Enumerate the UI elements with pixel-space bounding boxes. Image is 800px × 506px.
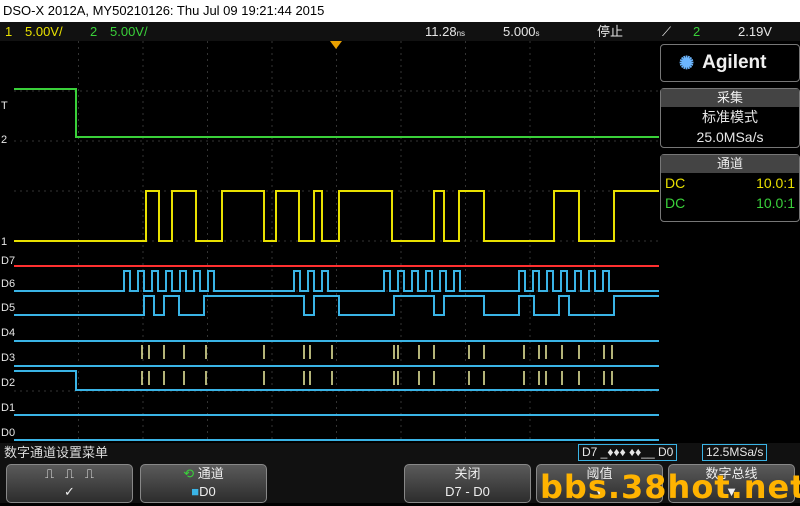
label-d7: D7 — [1, 255, 16, 267]
label-d4: D4 — [1, 327, 16, 339]
acquisition-panel[interactable]: 采集 标准模式 25.0MSa/s — [660, 88, 800, 148]
label-d3: D3 — [1, 352, 16, 364]
channel-color-square-icon: ■ — [191, 484, 200, 499]
ch2-number[interactable]: 2 — [90, 22, 97, 41]
ch1-ground-marker: 1 — [1, 236, 8, 248]
trace-size-icons: ⎍ ⎍ ⎍ — [45, 466, 94, 481]
softkey-channel-label: 通道 — [197, 466, 224, 481]
softkey-size[interactable]: ⎍ ⎍ ⎍ ✓ — [6, 464, 133, 503]
ch2-probe: 10.0:1 — [756, 195, 795, 211]
acquisition-title: 采集 — [661, 89, 799, 107]
digital-activity-indicator: D7 _♦♦♦ ♦♦__ D0 — [578, 444, 678, 461]
brand-logo: ✺ Agilent — [660, 44, 800, 82]
check-icon: ✓ — [64, 484, 75, 499]
trigger-position-marker — [330, 41, 342, 49]
run-state: 停止 — [597, 24, 624, 39]
ch1-trigger-marker: T — [1, 100, 8, 112]
menu-header: 数字通道设置菜单 D7 _♦♦♦ ♦♦__ D0 12.5MSa/s — [0, 443, 800, 462]
softkey-bar: ⎍ ⎍ ⎍ ✓ ⟲ 通道 ■D0 关闭 D7 - D0 阈值 ▼ 数字总线 ▼ … — [0, 462, 800, 506]
digital-sample-rate: 12.5MSa/s — [702, 444, 768, 461]
menu-title: 数字通道设置菜单 — [4, 445, 109, 460]
softkey-off-value: D7 - D0 — [445, 484, 490, 499]
label-d6: D6 — [1, 278, 16, 290]
ch2-row: DC 10.0:1 — [661, 193, 799, 213]
label-d2: D2 — [1, 377, 16, 389]
ch1-row: DC 10.0:1 — [661, 173, 799, 193]
sample-rate: 25.0MSa/s — [696, 129, 764, 145]
trigger-edge-icon: ⟋ — [662, 24, 672, 39]
rotate-knob-icon: ⟲ — [183, 466, 195, 481]
softkey-channel-value: D0 — [199, 484, 216, 499]
status-bar: 1 5.00V/ 2 5.00V/ 11.28ns 5.000s 停止 ⟋ 2 … — [0, 22, 800, 41]
timebase[interactable]: 5.000s — [503, 22, 540, 43]
ch1-number[interactable]: 1 — [5, 22, 12, 41]
label-d0: D0 — [1, 427, 16, 439]
window-title: DSO-X 2012A, MY50210126: Thu Jul 09 19:2… — [3, 3, 325, 18]
ch2-coupling: DC — [665, 195, 686, 211]
ch1-coupling: DC — [665, 175, 686, 191]
softkey-turn-off[interactable]: 关闭 D7 - D0 — [404, 464, 531, 503]
ch2-scale[interactable]: 5.00V/ — [110, 22, 148, 41]
ch2-ground-marker: 2 — [1, 134, 8, 146]
trigger-source[interactable]: 2 — [693, 22, 700, 41]
watermark: bbs.38hot.net — [540, 468, 800, 506]
waveform-display — [14, 41, 659, 441]
ch1-scale[interactable]: 5.00V/ — [25, 22, 63, 41]
acquisition-mode: 标准模式 — [702, 109, 758, 125]
side-panel: ✺ Agilent 采集 标准模式 25.0MSa/s 通道 DC 10.0:1… — [660, 44, 800, 228]
horizontal-delay[interactable]: 11.28ns — [425, 22, 465, 43]
ch1-probe: 10.0:1 — [756, 175, 795, 191]
agilent-spark-icon: ✺ — [679, 52, 695, 73]
label-d1: D1 — [1, 402, 16, 414]
softkey-channel[interactable]: ⟲ 通道 ■D0 — [140, 464, 267, 503]
title-bar: DSO-X 2012A, MY50210126: Thu Jul 09 19:2… — [0, 0, 800, 22]
channels-title: 通道 — [661, 155, 799, 173]
label-d5: D5 — [1, 302, 16, 314]
softkey-off-label: 关闭 — [454, 466, 481, 481]
trigger-level[interactable]: 2.19V — [738, 22, 772, 41]
channels-panel[interactable]: 通道 DC 10.0:1 DC 10.0:1 — [660, 154, 800, 222]
brand-name: Agilent — [702, 52, 767, 73]
